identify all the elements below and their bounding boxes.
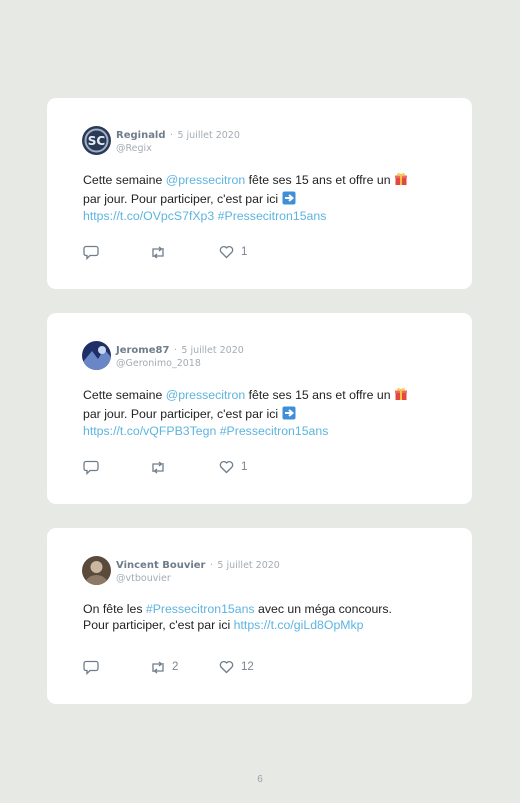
retweet-button[interactable] — [149, 460, 167, 476]
author-handle[interactable]: @vtbouvier — [116, 573, 280, 585]
gift-emoji-icon — [394, 172, 408, 191]
avatar[interactable]: SC — [82, 126, 111, 155]
text-segment: On fête les — [83, 602, 146, 616]
tweet-text: Cette semaine @pressecitron fête ses 15 … — [83, 172, 443, 225]
like-count: 1 — [241, 246, 248, 258]
author-name[interactable]: Jerome87 — [116, 345, 169, 356]
retweet-icon — [152, 246, 164, 259]
like-button[interactable]: 12 — [219, 660, 254, 676]
tweet-date[interactable]: 5 juillet 2020 — [181, 345, 243, 356]
retweet-icon — [152, 661, 164, 674]
separator: · — [209, 560, 213, 571]
url-link[interactable]: https://t.co/vQFPB3Tegn — [83, 424, 216, 438]
tweet-text: Cette semaine @pressecitron fête ses 15 … — [83, 387, 443, 440]
tweet-actions: 1 — [83, 460, 383, 476]
right-arrow-emoji-icon — [282, 191, 296, 210]
avatar[interactable] — [82, 556, 111, 585]
page-number: 6 — [257, 774, 263, 785]
right-arrow-emoji-icon — [282, 406, 296, 425]
like-count: 1 — [241, 461, 248, 473]
retweet-button[interactable] — [149, 245, 167, 261]
tweet-card: Vincent Bouvier · 5 juillet 2020 @vtbouv… — [47, 528, 472, 704]
author-handle[interactable]: @Regix — [116, 143, 240, 155]
tweet-card: SC Reginald · 5 juillet 2020 @Regix Cett… — [47, 98, 472, 289]
reply-icon — [83, 660, 99, 675]
hashtag-link[interactable]: #Pressecitron15ans — [146, 602, 255, 616]
author-name[interactable]: Reginald — [116, 130, 166, 141]
separator: · — [169, 130, 174, 141]
text-segment: Cette semaine — [83, 388, 166, 402]
mention-link[interactable]: @pressecitron — [166, 173, 245, 187]
avatar[interactable] — [82, 341, 111, 370]
tweet-date[interactable]: 5 juillet 2020 — [177, 130, 239, 141]
tweet-header: Reginald · 5 juillet 2020 @Regix — [116, 128, 240, 155]
separator: · — [173, 345, 177, 356]
tweet-header: Jerome87 · 5 juillet 2020 @Geronimo_2018 — [116, 343, 244, 370]
text-segment: fête ses 15 ans et offre un — [245, 173, 394, 187]
text-segment: par jour. Pour participer, c'est par ici — [83, 191, 282, 206]
hashtag-link[interactable]: #Pressecitron15ans — [218, 209, 327, 223]
url-link[interactable]: https://t.co/giLd8OpMkp — [234, 618, 364, 632]
text-segment: Pour participer, c'est par ici — [83, 617, 234, 632]
reply-icon — [83, 245, 99, 260]
like-count: 12 — [241, 661, 254, 673]
tweet-header: Vincent Bouvier · 5 juillet 2020 @vtbouv… — [116, 558, 280, 585]
tweet-actions: 2 12 — [83, 660, 383, 676]
heart-icon — [219, 660, 234, 674]
retweet-count: 2 — [172, 661, 179, 673]
reply-button[interactable] — [83, 245, 99, 261]
retweet-button[interactable]: 2 — [149, 660, 178, 676]
text-segment: avec un méga concours. — [254, 602, 392, 616]
text-segment: fête ses 15 ans et offre un — [245, 388, 394, 402]
tweet-text: On fête les #Pressecitron15ans avec un m… — [83, 602, 443, 633]
heart-icon — [219, 460, 234, 474]
svg-text:SC: SC — [88, 134, 106, 148]
hashtag-link[interactable]: #Pressecitron15ans — [220, 424, 329, 438]
reply-button[interactable] — [83, 460, 99, 476]
heart-icon — [219, 245, 234, 259]
gift-emoji-icon — [394, 387, 408, 406]
tweet-card: Jerome87 · 5 juillet 2020 @Geronimo_2018… — [47, 313, 472, 504]
tweet-actions: 1 — [83, 245, 383, 261]
author-handle[interactable]: @Geronimo_2018 — [116, 358, 244, 370]
text-segment: Cette semaine — [83, 173, 166, 187]
tweet-date[interactable]: 5 juillet 2020 — [217, 560, 279, 571]
reply-button[interactable] — [83, 660, 99, 676]
url-link[interactable]: https://t.co/OVpcS7fXp3 — [83, 209, 214, 223]
like-button[interactable]: 1 — [219, 460, 247, 476]
like-button[interactable]: 1 — [219, 245, 247, 261]
mention-link[interactable]: @pressecitron — [166, 388, 245, 402]
reply-icon — [83, 460, 99, 475]
retweet-icon — [152, 461, 164, 474]
author-name[interactable]: Vincent Bouvier — [116, 560, 205, 571]
text-segment: par jour. Pour participer, c'est par ici — [83, 406, 282, 421]
